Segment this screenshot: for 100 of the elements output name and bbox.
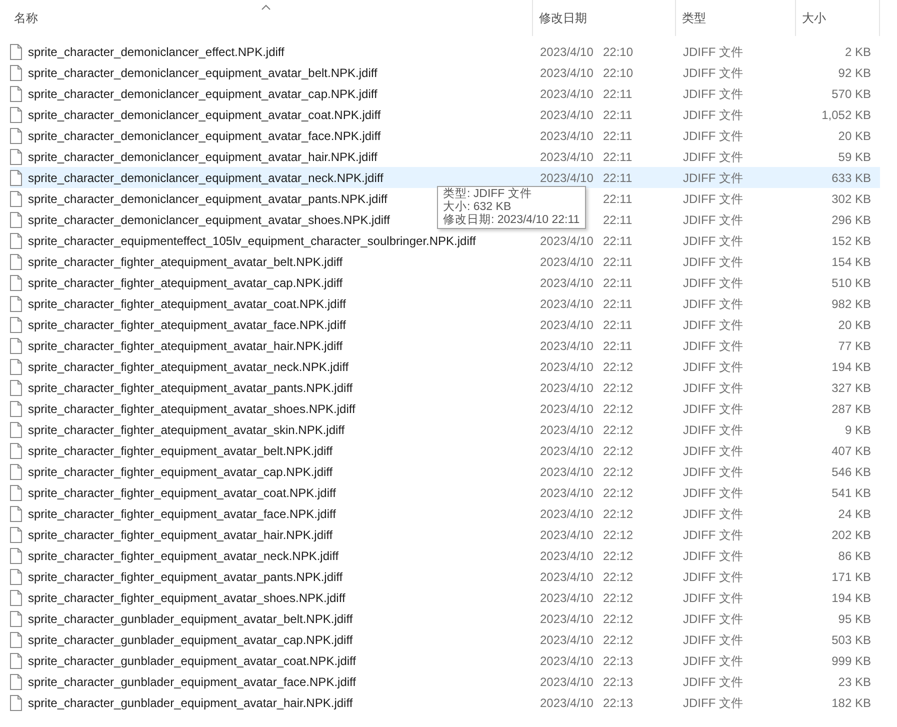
modified-date: 2023/4/10 — [540, 526, 594, 544]
modified-time: 22:12 — [603, 442, 634, 460]
highlighted-row[interactable]: sprite_character_demoniclancer_equipment_avatar_neck.NPK.jdiff 2023/4/10 22:11 JDIFF 文件 633 KB — [10, 167, 880, 188]
file-name[interactable]: sprite_character_gunblader_equipment_avatar_coat.NPK.jdiff — [28, 652, 356, 670]
file-type: JDIFF 文件 — [682, 316, 744, 334]
file-name[interactable]: sprite_character_demoniclancer_equipment_avatar_neck.NPK.jdiff — [28, 168, 384, 186]
file-name[interactable]: sprite_character_fighter_equipment_avatar_pants.NPK.jdiff — [28, 568, 343, 586]
modified-time: 22:10 — [603, 44, 634, 60]
file-type: JDIFF 文件 — [682, 674, 744, 690]
file-icon — [10, 64, 22, 80]
modified-time: 22:11 — [603, 190, 632, 208]
tooltip-line: 类型: JDIFF 文件 — [443, 188, 533, 200]
file-icon — [10, 526, 22, 542]
file-name[interactable]: sprite_character_demoniclancer_equipment_avatar_hair.NPK.jdiff — [28, 148, 378, 166]
file-icon — [10, 652, 22, 668]
file-name[interactable]: sprite_character_fighter_equipment_avatar_shoes.NPK.jdiff — [28, 588, 346, 606]
file-icon — [10, 442, 22, 458]
file-name[interactable]: sprite_character_fighter_equipment_avatar_cap.NPK.jdiff — [28, 462, 333, 480]
file-name[interactable]: sprite_character_demoniclancer_equipment_avatar_face.NPK.jdiff — [28, 126, 381, 144]
modified-time: 22:12 — [603, 358, 634, 376]
column-header[interactable]: 大小 — [796, 0, 880, 36]
modified-time: 22:12 — [603, 568, 634, 586]
file-icon — [10, 44, 22, 60]
file-name[interactable]: sprite_character_fighter_atequipment_avatar_neck.NPK.jdiff — [28, 358, 349, 376]
file-icon — [10, 106, 22, 122]
modified-date: 2023/4/10 — [540, 422, 594, 438]
file-name[interactable]: sprite_character_fighter_atequipment_avatar_belt.NPK.jdiff — [28, 252, 343, 270]
file-size: 194 KB — [830, 358, 871, 376]
file-size: 194 KB — [830, 590, 871, 606]
file-name[interactable]: sprite_character_fighter_atequipment_avatar_cap.NPK.jdiff — [28, 274, 343, 292]
modified-date: 2023/4/10 — [540, 442, 594, 460]
file-type: JDIFF 文件 — [682, 422, 744, 438]
modified-time: 22:11 — [603, 274, 632, 292]
file-icon — [10, 232, 22, 248]
file-name[interactable]: sprite_character_fighter_atequipment_avatar_pants.NPK.jdiff — [28, 378, 353, 396]
file-type: JDIFF 文件 — [682, 526, 744, 544]
modified-date: 2023/4/10 — [540, 464, 594, 480]
modified-date: 2023/4/10 — [540, 568, 594, 586]
file-name[interactable]: sprite_character_fighter_equipment_avatar_belt.NPK.jdiff — [28, 442, 333, 460]
file-name[interactable]: sprite_character_gunblader_equipment_avatar_belt.NPK.jdiff — [28, 610, 353, 628]
file-type: JDIFF 文件 — [682, 590, 744, 606]
file-size: 59 KB — [837, 148, 871, 166]
file-size: 202 KB — [830, 526, 871, 544]
file-icon — [10, 254, 22, 270]
file-name[interactable]: sprite_character_fighter_equipment_avatar_neck.NPK.jdiff — [28, 546, 339, 564]
file-name[interactable]: sprite_character_gunblader_equipment_avatar_cap.NPK.jdiff — [28, 630, 353, 648]
modified-date: 2023/4/10 — [540, 652, 594, 670]
file-name[interactable]: sprite_character_fighter_atequipment_avatar_hair.NPK.jdiff — [28, 336, 343, 354]
file-name[interactable]: sprite_character_fighter_atequipment_avatar_shoes.NPK.jdiff — [28, 400, 356, 418]
column-header[interactable]: 修改日期 — [533, 0, 676, 36]
file-icon — [10, 694, 22, 710]
file-name[interactable]: sprite_character_fighter_equipment_avatar_hair.NPK.jdiff — [28, 526, 333, 544]
file-size: 2 KB — [844, 44, 871, 60]
modified-time: 22:11 — [603, 254, 632, 270]
file-name[interactable]: sprite_character_demoniclancer_equipment_avatar_pants.NPK.jdiff — [28, 190, 388, 208]
file-size: 296 KB — [830, 212, 871, 228]
modified-time: 22:13 — [603, 652, 634, 670]
file-icon — [10, 148, 22, 164]
file-size: 152 KB — [830, 232, 871, 250]
file-icon — [10, 632, 22, 648]
column-header[interactable]: 名称 — [0, 0, 533, 36]
file-name[interactable]: sprite_character_fighter_equipment_avatar_face.NPK.jdiff — [28, 504, 336, 522]
file-name[interactable]: sprite_character_demoniclancer_effect.NPK.jdiff — [28, 42, 284, 60]
file-name[interactable]: sprite_character_demoniclancer_equipment_avatar_belt.NPK.jdiff — [28, 64, 378, 82]
file-name[interactable]: sprite_character_demoniclancer_equipment_avatar_shoes.NPK.jdiff — [28, 210, 390, 228]
file-size: 77 KB — [837, 338, 871, 354]
file-icon — [10, 610, 22, 626]
modified-date: 2023/4/10 — [540, 232, 594, 250]
file-name[interactable]: sprite_character_gunblader_equipment_avatar_hair.NPK.jdiff — [28, 694, 353, 712]
file-name[interactable]: sprite_character_fighter_atequipment_avatar_face.NPK.jdiff — [28, 316, 346, 334]
modified-time: 22:12 — [603, 590, 634, 606]
modified-date: 2023/4/10 — [540, 170, 594, 186]
file-name[interactable]: sprite_character_equipmenteffect_105lv_equipment_character_soulbringer.NPK.jdiff — [28, 232, 476, 250]
file-size: 95 KB — [837, 610, 871, 628]
file-name[interactable]: sprite_character_gunblader_equipment_avatar_face.NPK.jdiff — [28, 672, 356, 690]
file-icon — [10, 590, 22, 606]
modified-time: 22:11 — [603, 232, 632, 250]
file-icon — [10, 568, 22, 584]
column-header[interactable]: 类型 — [676, 0, 796, 36]
file-type: JDIFF 文件 — [682, 128, 744, 144]
file-name[interactable]: sprite_character_demoniclancer_equipment_avatar_coat.NPK.jdiff — [28, 106, 381, 124]
file-type: JDIFF 文件 — [682, 632, 744, 648]
file-icon — [10, 422, 22, 438]
file-type: JDIFF 文件 — [682, 484, 744, 502]
file-size: 24 KB — [837, 506, 871, 522]
modified-time: 22:11 — [603, 106, 632, 124]
modified-time: 22:11 — [603, 170, 632, 186]
file-name[interactable]: sprite_character_fighter_atequipment_avatar_coat.NPK.jdiff — [28, 294, 346, 312]
modified-date: 2023/4/10 — [540, 44, 594, 60]
file-type: JDIFF 文件 — [682, 296, 744, 312]
file-icon — [10, 212, 22, 228]
file-size: 287 KB — [830, 400, 871, 418]
file-name[interactable]: sprite_character_demoniclancer_equipment_avatar_cap.NPK.jdiff — [28, 84, 378, 102]
modified-time: 22:10 — [603, 64, 634, 82]
file-name[interactable]: sprite_character_fighter_equipment_avatar_coat.NPK.jdiff — [28, 484, 336, 502]
modified-time: 22:12 — [603, 484, 634, 502]
file-type: JDIFF 文件 — [682, 212, 744, 228]
modified-date: 2023/4/10 — [540, 148, 594, 166]
file-name[interactable]: sprite_character_fighter_atequipment_avatar_skin.NPK.jdiff — [28, 420, 345, 438]
file-size: 1,052 KB — [820, 106, 871, 124]
